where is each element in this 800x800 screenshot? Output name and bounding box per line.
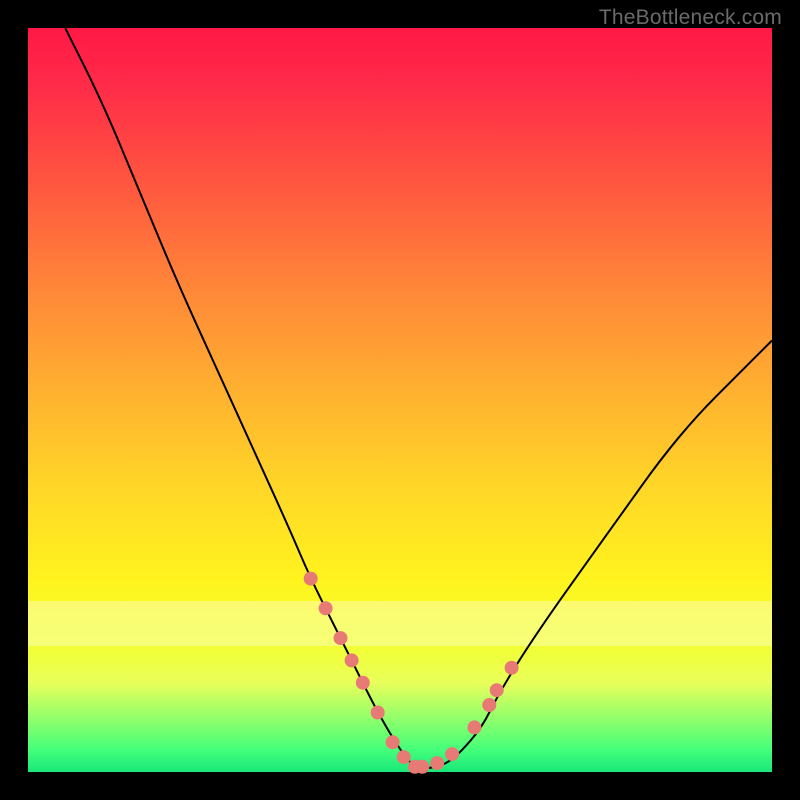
marker-dot [397, 750, 411, 764]
marker-dot [467, 720, 481, 734]
marker-dot [415, 760, 429, 774]
marker-dots-group [304, 572, 519, 774]
marker-dot [505, 661, 519, 675]
marker-dot [304, 572, 318, 586]
marker-dot [430, 756, 444, 770]
marker-dot [334, 631, 348, 645]
marker-dot [319, 601, 333, 615]
chart-svg [28, 28, 772, 772]
marker-dot [490, 683, 504, 697]
bottleneck-curve [65, 28, 772, 768]
marker-dot [371, 706, 385, 720]
watermark-text: TheBottleneck.com [599, 6, 782, 30]
marker-dot [445, 747, 459, 761]
marker-dot [386, 735, 400, 749]
marker-dot [482, 698, 496, 712]
marker-dot [345, 653, 359, 667]
marker-dot [356, 676, 370, 690]
